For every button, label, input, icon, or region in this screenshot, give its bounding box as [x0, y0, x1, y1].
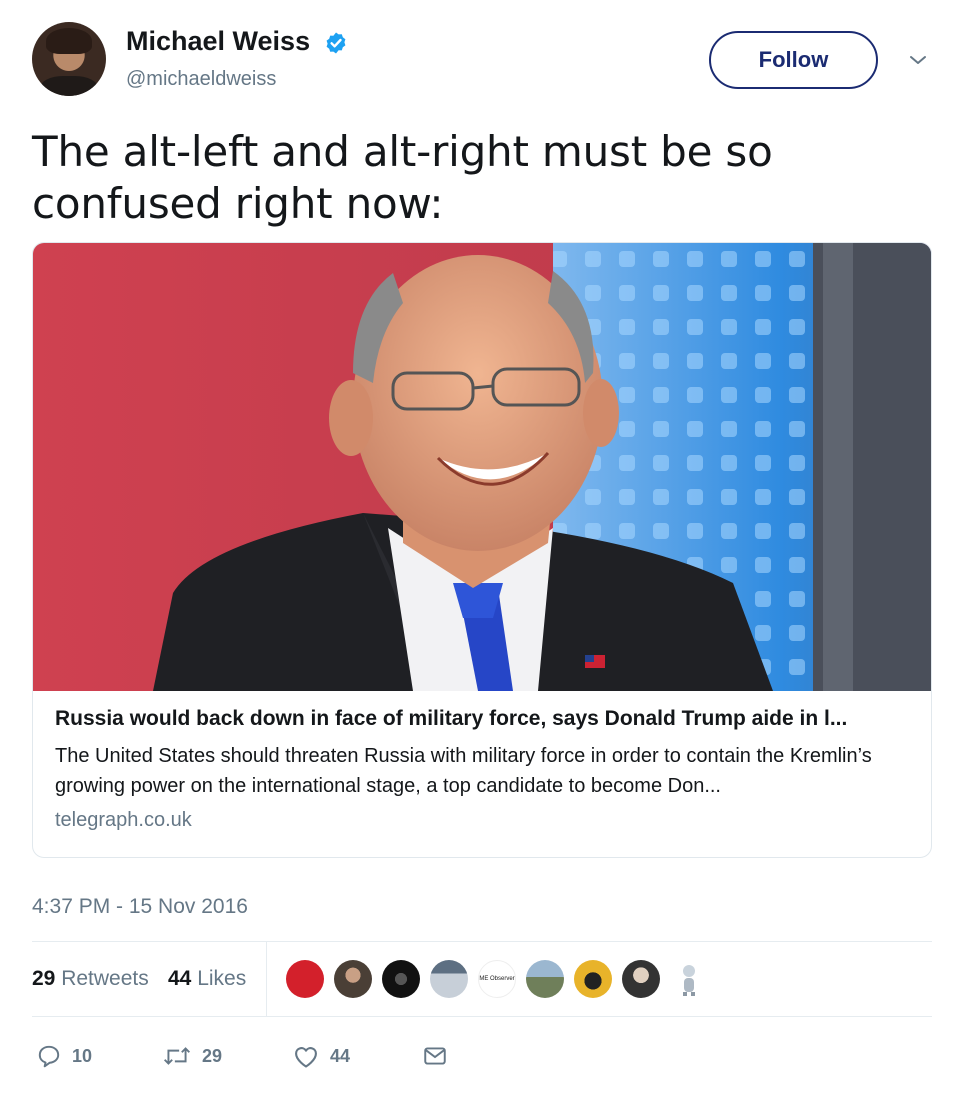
- tweet-text: The alt-left and alt-right must be so co…: [32, 127, 773, 228]
- author-display-name[interactable]: Michael Weiss: [126, 26, 348, 57]
- tweet-header: Michael Weiss @michaeldweiss Follow: [32, 22, 942, 98]
- stats-bottom-divider: [32, 1016, 932, 1017]
- heart-icon: [295, 1047, 317, 1068]
- likes-count: 44: [168, 967, 192, 990]
- card-body: Russia would back down in face of milita…: [55, 707, 915, 832]
- likes-label: Likes: [197, 967, 247, 990]
- link-preview-card[interactable]: Russia would back down in face of milita…: [32, 242, 932, 858]
- stats-vertical-divider: [266, 942, 267, 1016]
- me-observer-logo-text: ME Observer: [479, 976, 515, 982]
- reply-icon: [38, 1045, 60, 1068]
- author-display-name-text: Michael Weiss: [126, 26, 311, 56]
- like-count: 44: [330, 1045, 351, 1066]
- avatar-hair: [46, 28, 92, 54]
- envelope-icon: [424, 1047, 446, 1065]
- verified-badge-icon: [326, 32, 346, 54]
- liker-avatar-8[interactable]: [622, 960, 660, 998]
- chevron-down-icon[interactable]: [906, 48, 930, 72]
- retweet-count: 29: [202, 1045, 223, 1066]
- liker-avatar-2[interactable]: [334, 960, 372, 998]
- card-domain[interactable]: telegraph.co.uk: [55, 809, 915, 832]
- liker-avatar-1[interactable]: [286, 960, 324, 998]
- retweets-label: Retweets: [61, 967, 149, 990]
- retweet-button[interactable]: 29: [162, 1038, 222, 1074]
- like-button[interactable]: 44: [292, 1038, 350, 1074]
- tweet-stats: 29 Retweets 44 Likes ME Observer: [32, 942, 932, 1016]
- liker-avatar-7[interactable]: [574, 960, 612, 998]
- direct-message-button[interactable]: [422, 1038, 448, 1074]
- liker-avatar-5[interactable]: ME Observer: [478, 960, 516, 998]
- author-avatar[interactable]: [32, 22, 106, 96]
- liker-avatar-9[interactable]: [670, 960, 708, 998]
- follow-button[interactable]: Follow: [709, 31, 878, 89]
- likes-stat[interactable]: 44 Likes: [168, 967, 246, 991]
- liker-avatar-3[interactable]: [382, 960, 420, 998]
- robot-icon: [683, 965, 695, 996]
- card-photo: [33, 243, 931, 691]
- reply-count: 10: [72, 1045, 93, 1066]
- liker-avatar-4[interactable]: [430, 960, 468, 998]
- reply-button[interactable]: 10: [36, 1038, 92, 1074]
- card-image: [33, 243, 931, 691]
- card-title[interactable]: Russia would back down in face of milita…: [55, 707, 915, 731]
- retweet-icon: [163, 1047, 191, 1065]
- tweet-actions: 10 29 44: [32, 1038, 932, 1078]
- tweet-timestamp[interactable]: 4:37 PM - 15 Nov 2016: [32, 895, 248, 919]
- author-handle[interactable]: @michaeldweiss: [126, 68, 276, 91]
- liker-avatar-6[interactable]: [526, 960, 564, 998]
- retweets-count: 29: [32, 967, 56, 990]
- retweets-stat[interactable]: 29 Retweets: [32, 967, 149, 991]
- card-description: The United States should threaten Russia…: [55, 745, 872, 797]
- avatar-shirt: [40, 76, 98, 96]
